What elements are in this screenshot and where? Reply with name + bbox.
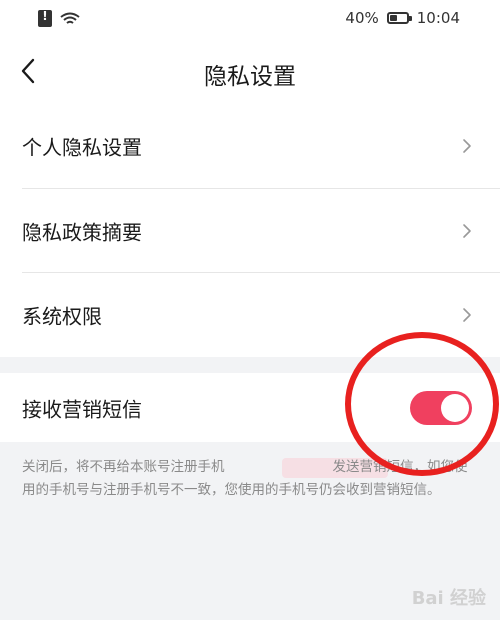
menu-item-personal-privacy[interactable]: 个人隐私设置 [0, 104, 500, 188]
battery-icon [386, 12, 412, 24]
sim-alert-icon [38, 9, 52, 27]
chevron-right-icon [463, 224, 471, 238]
menu-item-label: 个人隐私设置 [22, 135, 142, 160]
status-bar: 40% 10:04 [0, 0, 500, 40]
status-left [38, 9, 80, 27]
menu-item-privacy-policy-summary[interactable]: 隐私政策摘要 [0, 189, 500, 273]
battery-percent: 40% [345, 9, 379, 27]
marketing-sms-description: 关闭后，将不再给本账号注册手机 发送营销短信，如您使用的手机号与注册手机号不一致，… [22, 456, 478, 502]
menu-item-label: 隐私政策摘要 [22, 220, 142, 245]
hint-area: 关闭后，将不再给本账号注册手机 发送营销短信，如您使用的手机号与注册手机号不一致，… [0, 442, 500, 620]
toggle-knob [441, 393, 469, 422]
menu-item-system-permissions[interactable]: 系统权限 [0, 273, 500, 357]
chevron-right-icon [463, 308, 471, 322]
marketing-sms-toggle[interactable] [410, 390, 472, 425]
marketing-sms-label: 接收营销短信 [22, 397, 142, 421]
header: 隐私设置 [0, 40, 500, 104]
baidu-jingyan-watermark: Bai 经验 [411, 588, 486, 609]
status-right: 40% 10:04 [345, 9, 460, 27]
section-gap [0, 357, 500, 373]
page-title: 隐私设置 [204, 64, 296, 90]
wifi-icon [60, 12, 80, 24]
clock: 10:04 [416, 9, 460, 27]
menu-item-label: 系统权限 [22, 304, 102, 329]
marketing-sms-row: 接收营销短信 [0, 373, 500, 442]
description-part-1: 关闭后，将不再给本账号注册手机 [22, 459, 225, 475]
chevron-right-icon [463, 139, 471, 153]
